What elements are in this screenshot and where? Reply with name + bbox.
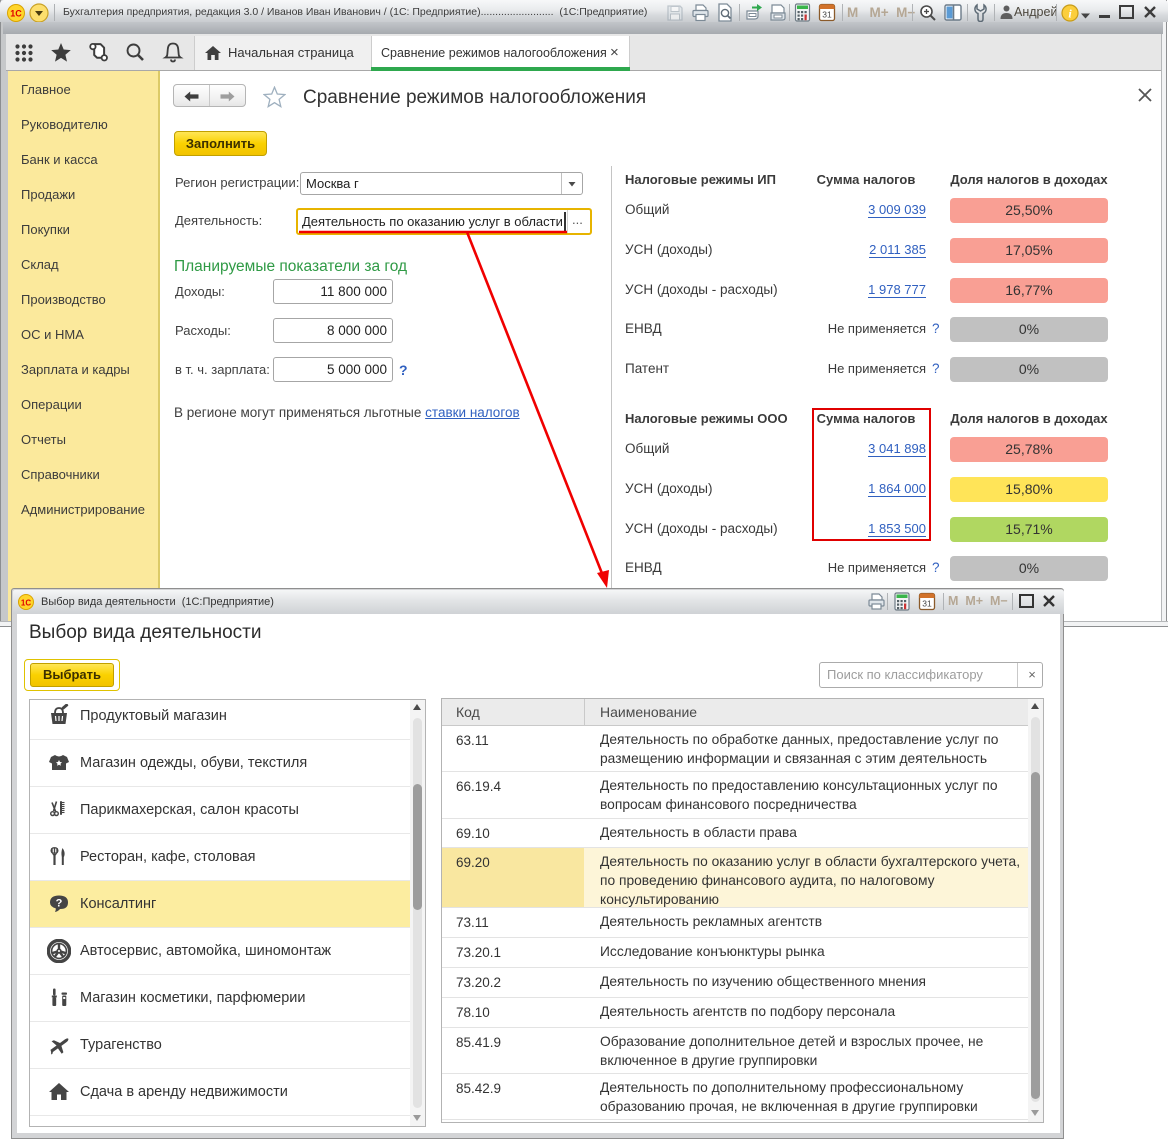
svg-text:31: 31 bbox=[822, 10, 832, 20]
svg-text:1С: 1С bbox=[21, 599, 31, 608]
svg-text:1С: 1С bbox=[10, 9, 22, 19]
svg-text:?: ? bbox=[56, 898, 63, 910]
svg-text:31: 31 bbox=[922, 599, 932, 609]
